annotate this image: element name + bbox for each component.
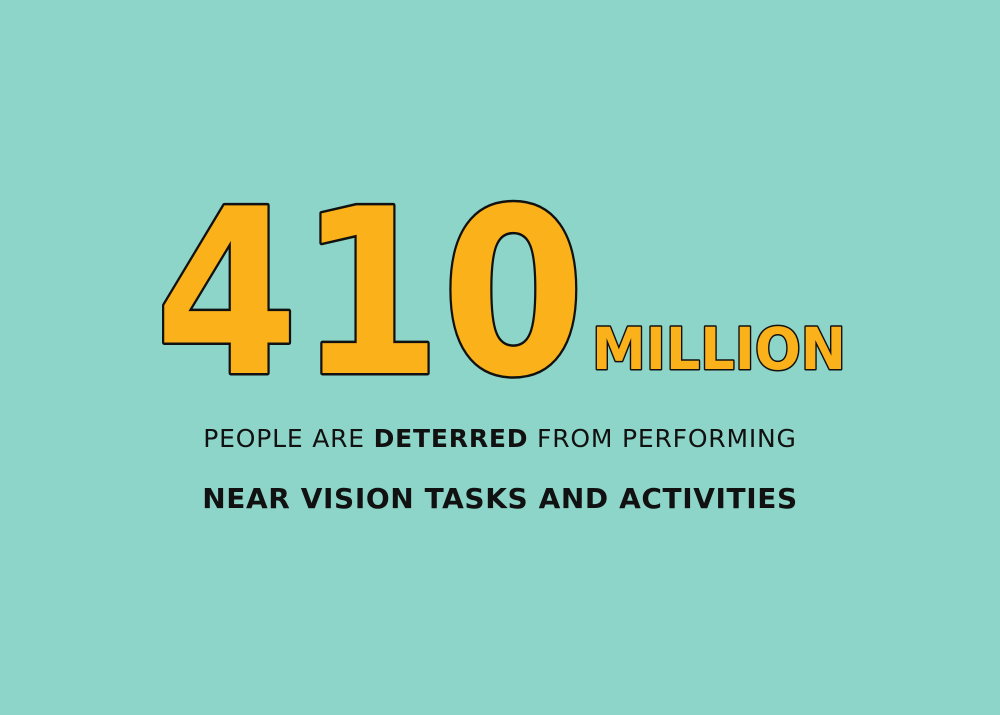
caption-line-2: NEAR VISION TASKS AND ACTIVITIES <box>0 482 1000 515</box>
headline-unit: MILLION <box>591 314 848 385</box>
caption-line-1-end: FROM PERFORMING <box>528 424 797 453</box>
caption-emphasis-deterred: DETERRED <box>373 424 529 453</box>
caption-line-2-start: NEAR VISION <box>202 482 425 515</box>
caption-line-1-start: PEOPLE ARE <box>203 424 374 453</box>
headline-number-text: 410 <box>155 161 585 428</box>
caption-line-1: PEOPLE ARE DETERRED FROM PERFORMING <box>0 424 1000 453</box>
headline-unit-text: MILLION <box>592 315 846 383</box>
headline-number: 410 <box>153 159 588 431</box>
caption-line-2-end: TASKS AND ACTIVITIES <box>424 482 798 515</box>
